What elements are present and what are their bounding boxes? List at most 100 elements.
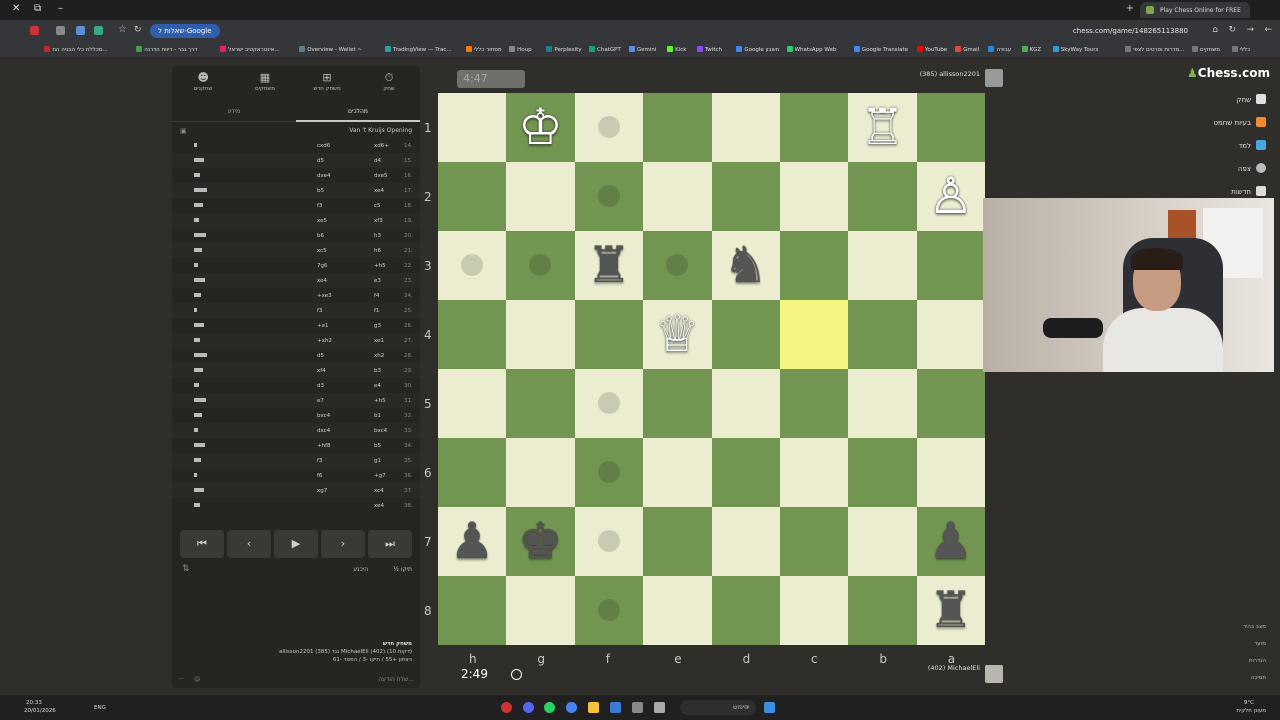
bookmark-item[interactable]: דרך גבר - דיווח הדרגה	[136, 46, 197, 53]
browser-tab-active[interactable]: Play Chess Online for FREE	[1140, 2, 1250, 18]
move-row[interactable]: 27. xe1 +xh2	[172, 333, 420, 348]
black-rook-icon[interactable]: ♜	[575, 231, 643, 300]
nav-puzzles[interactable]: בעיות שחמט	[1213, 117, 1266, 127]
board-square[interactable]	[438, 369, 507, 438]
white-king-icon[interactable]: ♔	[506, 93, 574, 162]
black-move[interactable]: f3	[317, 308, 322, 314]
bookmark-item[interactable]: משחקים	[1191, 46, 1220, 53]
bookmark-item[interactable]: מכללת כלי הבניה הח...	[44, 46, 108, 53]
board-square[interactable]	[916, 93, 986, 162]
tab-play[interactable]: ⏱ שחק	[358, 68, 420, 100]
legal-move-dot[interactable]	[597, 461, 620, 483]
black-move[interactable]: d5	[317, 353, 324, 359]
black-king-icon[interactable]: ♚	[506, 507, 574, 576]
board-square[interactable]	[574, 507, 644, 576]
opponent-avatar[interactable]	[985, 69, 1003, 87]
white-move[interactable]: e3	[374, 278, 381, 284]
legal-move-dot[interactable]	[597, 116, 620, 138]
board-square[interactable]	[916, 369, 986, 438]
bookmark-item[interactable]: סדרות וסרטים לצפי...	[1125, 46, 1184, 53]
move-row[interactable]: 25. f1 f3	[172, 303, 420, 318]
black-move[interactable]: xe5	[317, 218, 327, 224]
taskbar-date[interactable]: 20/01/2026	[24, 708, 56, 714]
bookmark-item[interactable]: ChatGPT	[589, 46, 621, 53]
black-move[interactable]: cxd6	[317, 143, 330, 149]
move-row[interactable]: 37. xc4 xg7	[172, 483, 420, 498]
white-pawn-icon[interactable]: ♙	[917, 162, 985, 231]
black-move[interactable]: d3	[317, 383, 324, 389]
white-move[interactable]: f4	[374, 293, 379, 299]
white-move[interactable]: +g7	[374, 473, 386, 479]
close-window-icon[interactable]: ✕	[12, 3, 20, 14]
folder-icon[interactable]	[588, 702, 599, 713]
bookmark-item[interactable]: כללי	[1231, 46, 1250, 53]
board-square[interactable]	[848, 231, 917, 300]
player-avatar[interactable]	[985, 665, 1003, 683]
black-move[interactable]: b6	[317, 233, 324, 239]
move-row[interactable]: 28. xh2 d5	[172, 348, 420, 363]
next-move-button[interactable]: ›	[321, 530, 365, 558]
restore-window-icon[interactable]: ⧉	[34, 3, 41, 14]
board-square[interactable]	[506, 300, 575, 369]
bookmark-item[interactable]: Google חשבון	[736, 46, 779, 53]
bookmark-item[interactable]: Houp	[509, 46, 532, 53]
board-square[interactable]	[780, 369, 849, 438]
board-square[interactable]	[643, 507, 712, 576]
board-square[interactable]	[574, 162, 644, 231]
first-move-button[interactable]: ⏮	[180, 530, 224, 558]
white-move[interactable]: xe4	[374, 188, 384, 194]
board-square[interactable]	[506, 162, 575, 231]
more-icon[interactable]: ···	[178, 676, 184, 683]
white-move[interactable]: d4	[374, 158, 381, 164]
nav-support[interactable]: תמיכה	[1251, 675, 1266, 681]
move-row[interactable]: 34. b5 +hf8	[172, 438, 420, 453]
black-move[interactable]: f3	[317, 203, 322, 209]
bookmark-item[interactable]: Gemini	[628, 46, 656, 53]
board-square[interactable]	[438, 93, 507, 162]
white-move[interactable]: xh2	[374, 353, 384, 359]
move-row[interactable]: 22. +h5 7g6	[172, 258, 420, 273]
legal-move-dot[interactable]	[666, 254, 689, 276]
bookmark-item[interactable]: Perplexity	[546, 46, 582, 53]
bookmark-item[interactable]: מסתור כללי	[465, 46, 502, 53]
legal-move-dot[interactable]	[597, 392, 620, 414]
tab-games[interactable]: ▦ משחקים	[234, 68, 296, 100]
white-move[interactable]: xe1	[374, 338, 384, 344]
black-move[interactable]: +e1	[317, 323, 329, 329]
play-button[interactable]: ▶	[274, 530, 318, 558]
white-move[interactable]: h3	[374, 233, 381, 239]
home-icon[interactable]: ⌂	[1212, 25, 1218, 35]
board-square[interactable]	[438, 162, 507, 231]
move-row[interactable]: 24. f4 +xe3	[172, 288, 420, 303]
extension-icon[interactable]	[76, 26, 85, 35]
board-square[interactable]	[916, 438, 986, 507]
tab-new-game[interactable]: ⊞ משחק חדש	[296, 68, 358, 100]
white-move[interactable]: e4	[374, 383, 381, 389]
bookmark-item[interactable]: עבודה	[988, 46, 1011, 53]
black-move[interactable]: 7g6	[317, 263, 328, 269]
move-row[interactable]: 35. g1 f3	[172, 453, 420, 468]
new-tab-icon[interactable]: +	[1126, 3, 1134, 14]
black-move[interactable]: xc5	[317, 248, 327, 254]
whatsapp-icon[interactable]	[544, 702, 555, 713]
board-square[interactable]	[780, 438, 849, 507]
bookmark-item[interactable]: Google Translate	[853, 46, 908, 53]
white-move[interactable]: +h5	[374, 398, 386, 404]
black-move[interactable]: f3	[317, 458, 322, 464]
white-move[interactable]: dxe5	[374, 173, 387, 179]
google-search-chip[interactable]: שאלות ל-Google	[150, 24, 220, 38]
chess-board[interactable]: ♔ ♖ ♙ ♜ ♞ ♕ ♟ ♚ ♟ ♜	[438, 93, 986, 645]
chrome-icon[interactable]	[566, 702, 577, 713]
chess-logo[interactable]: ♟Chess.com	[1187, 66, 1270, 80]
board-square[interactable]	[848, 438, 917, 507]
black-move[interactable]: dxe4	[317, 173, 330, 179]
reload-icon[interactable]: ↻	[134, 25, 142, 35]
board-square[interactable]	[643, 231, 712, 300]
nav-settings[interactable]: הגדרות	[1249, 658, 1266, 664]
board-square[interactable]	[643, 162, 712, 231]
white-move[interactable]: xc4	[374, 488, 384, 494]
white-move[interactable]: b5	[374, 443, 381, 449]
back-icon[interactable]: ←	[1264, 25, 1272, 35]
board-square[interactable]	[848, 369, 917, 438]
move-row[interactable]: 30. e4 d3	[172, 378, 420, 393]
